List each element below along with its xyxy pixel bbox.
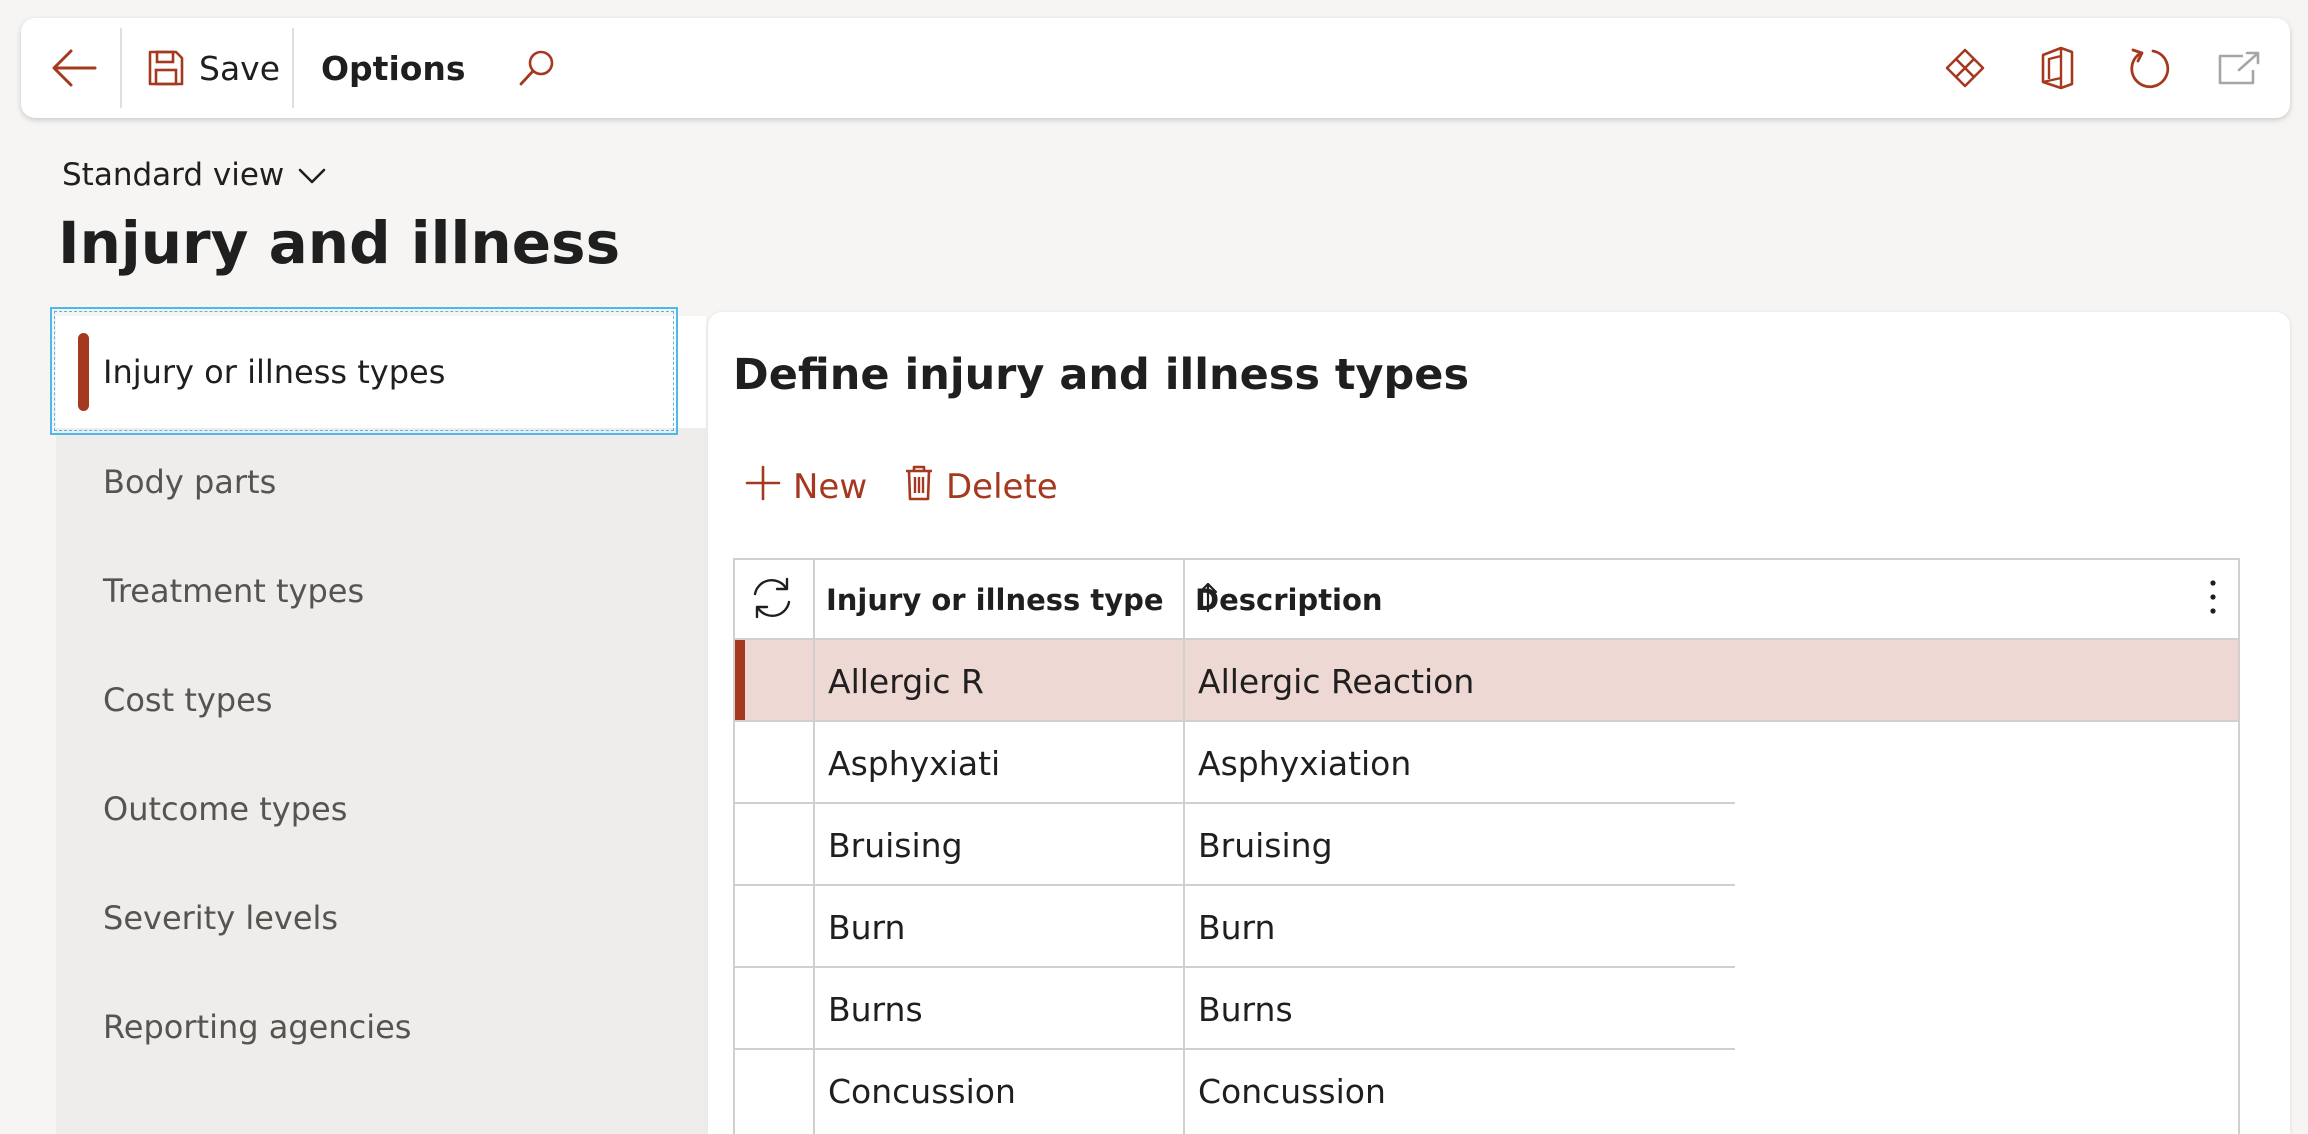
open-new-window-icon — [2217, 50, 2261, 86]
cell-description[interactable]: Bruising — [1198, 804, 1333, 886]
cell-description[interactable]: Concussion — [1198, 1050, 1386, 1132]
cell-type[interactable]: Allergic R — [828, 640, 984, 722]
cell-type[interactable]: Asphyxiati — [828, 722, 1000, 804]
table-row[interactable]: Burns Burns — [735, 968, 2238, 1050]
nav-item-label: Severity levels — [103, 899, 339, 937]
top-toolbar: Save Options — [21, 18, 2290, 118]
cell-type[interactable]: Burns — [828, 968, 923, 1050]
left-navigation: Injury or illness types Body parts Treat… — [56, 316, 706, 1134]
office-button[interactable] — [2039, 18, 2075, 118]
search-icon — [517, 48, 557, 88]
cell-type[interactable]: Concussion — [828, 1050, 1016, 1132]
nav-item-label: Outcome types — [103, 790, 348, 828]
nav-item-label: Treatment types — [103, 572, 365, 610]
content-panel: Define injury and illness types New Dele… — [708, 312, 2290, 1134]
back-button[interactable] — [51, 18, 97, 118]
nav-item-severity-levels[interactable]: Severity levels — [56, 880, 706, 956]
nav-item-label: Body parts — [103, 463, 277, 501]
active-indicator — [78, 333, 89, 411]
selected-row-indicator — [735, 640, 745, 722]
delete-label: Delete — [946, 467, 1058, 507]
section-title: Define injury and illness types — [733, 350, 1470, 400]
refresh-grid-button[interactable] — [749, 560, 795, 640]
column-divider — [813, 560, 815, 1134]
office-icon — [2039, 46, 2075, 90]
plus-icon — [745, 465, 781, 510]
cell-description[interactable]: Allergic Reaction — [1198, 640, 1474, 722]
nav-item-label: Reporting agencies — [103, 1008, 412, 1046]
table-row[interactable]: Burn Burn — [735, 886, 2238, 968]
back-arrow-icon — [51, 48, 97, 88]
toolbar-divider — [292, 28, 294, 108]
sync-icon — [749, 575, 795, 625]
nav-item-cost-types[interactable]: Cost types — [56, 662, 706, 738]
column-header-description[interactable]: Description — [1195, 560, 1383, 640]
types-grid: Injury or illness type Description Aller… — [733, 558, 2240, 1134]
floppy-disk-icon — [147, 49, 185, 87]
column-options-button[interactable] — [2203, 560, 2223, 640]
page-title: Injury and illness — [58, 209, 621, 277]
table-row[interactable]: Concussion Concussion — [735, 1050, 2238, 1132]
nav-item-reporting-agencies[interactable]: Reporting agencies — [56, 989, 706, 1065]
options-button[interactable]: Options — [321, 18, 466, 118]
column-divider — [1183, 560, 1185, 1134]
nav-item-label: Injury or illness types — [103, 353, 446, 391]
view-label: Standard view — [62, 157, 285, 193]
power-apps-icon — [1944, 47, 1986, 89]
chevron-down-icon — [298, 157, 326, 193]
open-new-window-button[interactable] — [2217, 18, 2261, 118]
options-label: Options — [321, 48, 466, 88]
table-row[interactable]: Asphyxiati Asphyxiation — [735, 722, 2238, 804]
toolbar-divider — [120, 28, 122, 108]
search-button[interactable] — [517, 18, 557, 118]
cell-type[interactable]: Bruising — [828, 804, 963, 886]
cell-description[interactable]: Burn — [1198, 886, 1275, 968]
more-vertical-icon — [2209, 579, 2217, 622]
refresh-button[interactable] — [2127, 18, 2171, 118]
nav-item-injury-or-illness-types[interactable]: Injury or illness types — [56, 316, 706, 428]
refresh-icon — [2127, 46, 2171, 90]
column-header-label: Injury or illness type — [826, 583, 1164, 617]
cell-description[interactable]: Burns — [1198, 968, 1293, 1050]
new-button[interactable]: New — [745, 462, 867, 512]
nav-item-outcome-types[interactable]: Outcome types — [56, 771, 706, 847]
new-label: New — [793, 467, 868, 507]
save-button[interactable]: Save — [147, 18, 280, 118]
table-row[interactable]: Allergic R Allergic Reaction — [735, 640, 2238, 722]
column-header-type[interactable]: Injury or illness type — [826, 560, 1218, 640]
column-header-label: Description — [1195, 583, 1383, 617]
cell-type[interactable]: Burn — [828, 886, 905, 968]
save-label: Save — [199, 48, 281, 88]
nav-item-label: Cost types — [103, 681, 273, 719]
cell-description[interactable]: Asphyxiation — [1198, 722, 1411, 804]
nav-item-body-parts[interactable]: Body parts — [56, 444, 706, 520]
power-apps-button[interactable] — [1944, 18, 1986, 118]
table-row[interactable]: Bruising Bruising — [735, 804, 2238, 886]
grid-header: Injury or illness type Description — [735, 560, 2238, 640]
trash-icon — [904, 464, 934, 511]
nav-item-treatment-types[interactable]: Treatment types — [56, 553, 706, 629]
delete-button[interactable]: Delete — [904, 462, 1058, 512]
view-selector[interactable]: Standard view — [62, 150, 326, 200]
